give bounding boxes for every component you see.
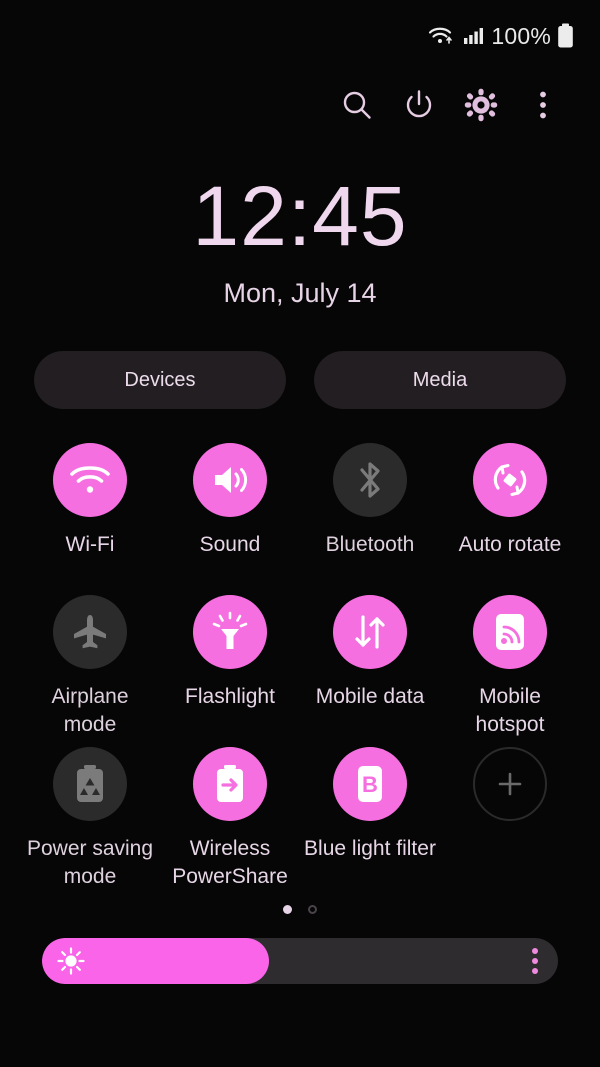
quick-settings-panel: 100% 12:45 Mon, July 14 Devices Media Wi… [0,0,600,1067]
brightness-sun-icon [56,946,86,976]
tile-auto-rotate[interactable]: Auto rotate [440,443,580,595]
tile-wireless-powershare[interactable]: Wireless PowerShare [160,747,300,899]
tile-label: Blue light filter [304,837,436,860]
wifi-data-icon [427,24,457,48]
devices-button[interactable]: Devices [34,351,286,409]
wifi-icon [53,443,127,517]
auto-rotate-icon [473,443,547,517]
page-indicator [0,905,600,914]
tile-bluetooth[interactable]: Bluetooth [300,443,440,595]
tile-airplane-mode[interactable]: Airplane mode [20,595,160,747]
sound-icon [193,443,267,517]
powershare-icon [193,747,267,821]
tile-label: Mobile hotspot [475,685,545,736]
airplane-icon [53,595,127,669]
clock-time: 12:45 [192,169,408,263]
blue-light-icon: B [333,747,407,821]
hotspot-icon [473,595,547,669]
cellular-signal-icon [463,25,485,47]
clock-widget[interactable]: 12:45 Mon, July 14 [0,174,600,309]
battery-percent-label: 100% [491,22,551,49]
tile-label: Wi-Fi [65,533,115,556]
search-icon[interactable] [326,74,388,136]
battery-full-icon [557,23,574,49]
power-icon[interactable] [388,74,450,136]
quick-settings-tile-grid: Wi-Fi Sound Bluetooth Auto rotate Airpla… [0,443,600,899]
chip-row: Devices Media [0,351,600,409]
tile-label [444,835,576,899]
tile-sound[interactable]: Sound [160,443,300,595]
tile-label: Airplane mode [51,685,129,736]
tile-label: Power saving mode [26,837,154,888]
tile-label: Bluetooth [325,533,415,556]
tile-blue-light-filter[interactable]: B Blue light filter [300,747,440,899]
brightness-section [0,938,600,984]
tile-power-saving-mode[interactable]: Power saving mode [20,747,160,899]
page-dot-inactive[interactable] [308,905,317,914]
power-saving-icon [53,747,127,821]
tile-label: Sound [199,533,261,556]
tile-label: Auto rotate [458,533,562,556]
mobile-data-icon [333,595,407,669]
tile-flashlight[interactable]: Flashlight [160,595,300,747]
tile-label: Mobile data [315,685,425,708]
action-bar [0,72,600,138]
flashlight-icon [193,595,267,669]
more-options-icon[interactable] [512,74,574,136]
tile-mobile-data[interactable]: Mobile data [300,595,440,747]
status-bar: 100% [0,0,600,72]
tile-add-button[interactable] [440,747,580,899]
media-button[interactable]: Media [314,351,566,409]
tile-wifi[interactable]: Wi-Fi [20,443,160,595]
tile-label: Wireless PowerShare [172,837,288,888]
brightness-slider[interactable] [42,938,558,984]
tile-mobile-hotspot[interactable]: Mobile hotspot [440,595,580,747]
tile-label: Flashlight [185,685,275,708]
clock-date: Mon, July 14 [223,278,377,308]
bluetooth-icon [333,443,407,517]
add-tile-icon [473,747,547,821]
brightness-options-icon[interactable] [532,948,538,974]
page-dot-active[interactable] [283,905,292,914]
svg-text:B: B [362,772,378,797]
settings-gear-icon[interactable] [450,74,512,136]
